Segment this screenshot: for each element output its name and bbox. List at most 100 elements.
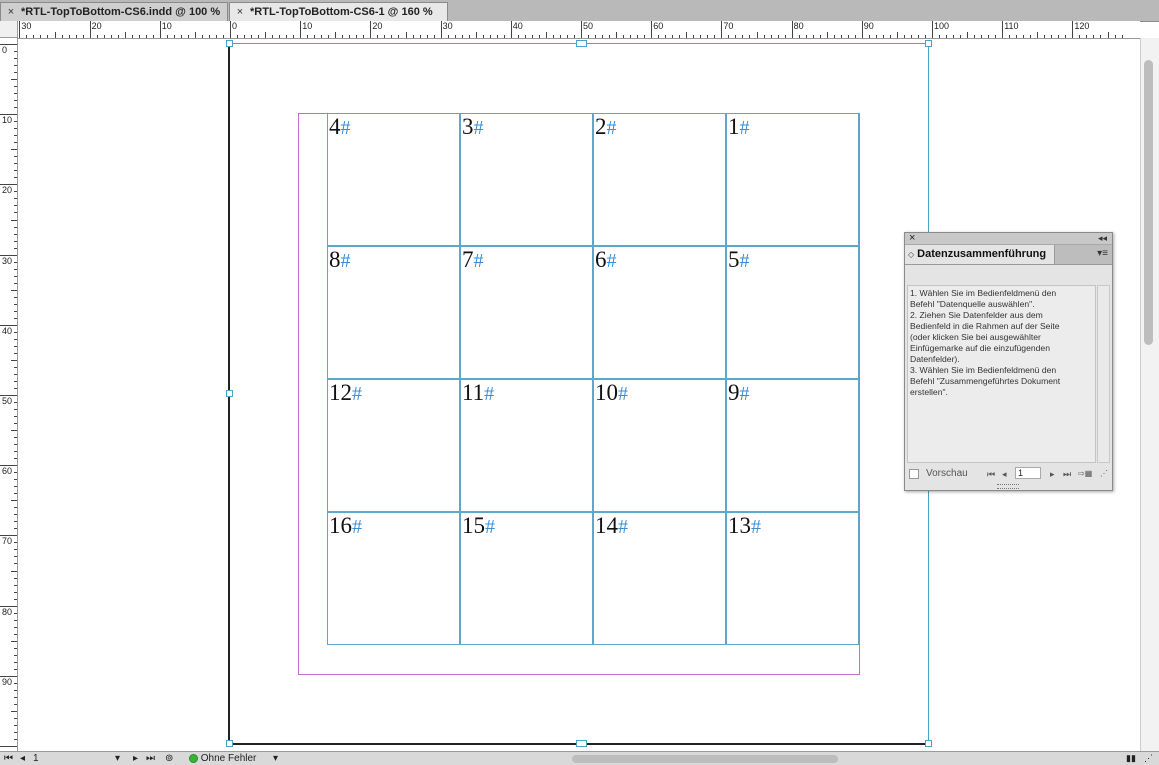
ruler-tick	[988, 35, 990, 38]
selection-handle[interactable]	[925, 40, 932, 47]
panel-scrollbar[interactable]	[1097, 285, 1110, 463]
tab-label: *RTL-TopToBottom-CS6.indd @ 100 %	[21, 6, 221, 18]
close-tab-icon[interactable]: ×	[5, 3, 17, 22]
resize-grip-icon[interactable]: ⋰	[1100, 467, 1108, 481]
ruler-tick	[68, 35, 70, 38]
ruler-tick	[11, 710, 17, 712]
first-page-button[interactable]: ⏮	[4, 753, 13, 764]
selection-handle[interactable]	[925, 740, 932, 747]
create-merged-document-icon[interactable]: ⇨▦	[1078, 467, 1092, 481]
ruler-tick	[14, 521, 17, 523]
selection-handle[interactable]	[226, 40, 233, 47]
page-number-field[interactable]: 1	[33, 753, 39, 764]
tab-rtl-top-to-bottom-cs6-1[interactable]: × *RTL-TopToBottom-CS6-1 @ 160 %	[229, 2, 448, 21]
ruler-tick	[658, 35, 660, 38]
previous-record-button[interactable]: ◂	[1002, 467, 1007, 481]
horizontal-scroll-thumb[interactable]	[572, 755, 838, 763]
text-frame[interactable]: 9#	[726, 379, 859, 512]
ruler-tick	[826, 32, 828, 38]
ruler-label: 10	[302, 21, 313, 31]
text-frame[interactable]: 3#	[460, 113, 593, 246]
resize-corner-icon[interactable]: ⋰	[1144, 753, 1153, 764]
ruler-tick	[461, 35, 463, 38]
page-dropdown-icon[interactable]: ▾	[115, 753, 120, 764]
ruler-tick	[946, 35, 948, 38]
ruler-tick	[14, 444, 17, 446]
close-tab-icon[interactable]: ×	[234, 3, 246, 22]
selection-handle[interactable]	[226, 390, 233, 397]
first-record-button[interactable]: ⏮	[987, 467, 995, 481]
text-frame[interactable]: 5#	[726, 246, 859, 379]
ruler-tick	[1037, 32, 1039, 38]
preflight-status[interactable]: Ohne Fehler	[189, 753, 256, 764]
ruler-tick	[1065, 35, 1067, 38]
ruler-label: 0	[232, 21, 238, 31]
ruler-tick	[1044, 35, 1046, 38]
close-icon[interactable]: ×	[909, 232, 915, 244]
ruler-tick	[630, 35, 632, 38]
text-frame[interactable]: 15#	[460, 512, 593, 645]
preview-checkbox[interactable]	[909, 469, 919, 479]
panel-menu-icon[interactable]: ▾≡	[1097, 248, 1108, 260]
ruler-tick	[14, 472, 17, 474]
previous-page-button[interactable]: ◂	[20, 753, 25, 764]
ruler-tick	[14, 549, 17, 551]
ruler-tick	[166, 35, 168, 38]
vertical-ruler[interactable]: 0 10 20 30 40 50 60 70 80 90	[0, 38, 18, 751]
next-page-button[interactable]: ▸	[133, 753, 138, 764]
horizontal-ruler[interactable]: 30 20 10 0 10 20 30 40 50 60 70 80 90 100 110 120	[18, 21, 1140, 39]
ruler-tick	[11, 430, 17, 432]
ruler-label: 30	[442, 21, 453, 31]
ruler-tick	[14, 170, 17, 172]
text-frame[interactable]: 16#	[327, 512, 460, 645]
ruler-tick	[14, 72, 17, 74]
selection-handle[interactable]	[576, 40, 587, 47]
panel-resize-grip[interactable]	[997, 484, 1019, 489]
instruction-line: Befehl "Datenquelle auswählen".	[910, 299, 1035, 309]
ruler-tick	[903, 35, 905, 38]
text-frame[interactable]: 14#	[593, 512, 726, 645]
text-frame[interactable]: 4#	[327, 113, 460, 246]
last-record-button[interactable]: ⏭	[1063, 467, 1071, 481]
tab-data-merge[interactable]: ◇ Datenzusammenführung	[905, 245, 1055, 264]
text-frame[interactable]: 1#	[726, 113, 859, 246]
ruler-tick	[1051, 35, 1053, 38]
ruler-tick	[847, 35, 849, 38]
tab-rtl-top-to-bottom-cs6[interactable]: × *RTL-TopToBottom-CS6.indd @ 100 %	[0, 2, 228, 21]
ruler-tick	[882, 35, 884, 38]
ruler-tick	[14, 135, 17, 137]
preflight-panel-icon[interactable]: ⊚	[165, 753, 173, 764]
ruler-tick	[602, 35, 604, 38]
text-frame[interactable]: 7#	[460, 246, 593, 379]
ruler-tick	[0, 254, 17, 256]
text-frame[interactable]: 13#	[726, 512, 859, 645]
ruler-tick	[215, 35, 217, 38]
text-frame[interactable]: 8#	[327, 246, 460, 379]
text-frame[interactable]: 2#	[593, 113, 726, 246]
selection-handle[interactable]	[576, 740, 587, 747]
ruler-tick	[307, 35, 309, 38]
frame-number: 16#	[329, 513, 362, 539]
instruction-line: Einfügemarke auf die einzufügenden	[910, 343, 1050, 353]
ruler-tick	[11, 570, 17, 572]
collapse-panel-icon[interactable]: ◂◂	[1098, 232, 1107, 244]
text-frame[interactable]: 10#	[593, 379, 726, 512]
text-frame[interactable]: 6#	[593, 246, 726, 379]
ruler-label: 80	[2, 606, 13, 617]
vertical-scroll-thumb[interactable]	[1144, 60, 1153, 345]
next-record-button[interactable]: ▸	[1050, 467, 1055, 481]
ruler-label: 70	[2, 536, 13, 547]
ruler-tick	[545, 32, 547, 38]
text-frame[interactable]: 11#	[460, 379, 593, 512]
split-view-icon[interactable]: ▮▮	[1126, 753, 1136, 764]
last-page-button[interactable]: ⏭	[146, 753, 155, 764]
ruler-tick	[819, 35, 821, 38]
ruler-origin[interactable]	[0, 21, 18, 38]
frame-number: 8#	[329, 247, 351, 273]
frame-number: 4#	[329, 114, 351, 140]
preflight-dropdown-icon[interactable]: ▾	[273, 753, 278, 764]
ruler-tick	[14, 654, 17, 656]
text-frame[interactable]: 12#	[327, 379, 460, 512]
record-number-field[interactable]: 1	[1015, 467, 1041, 479]
selection-handle[interactable]	[226, 740, 233, 747]
